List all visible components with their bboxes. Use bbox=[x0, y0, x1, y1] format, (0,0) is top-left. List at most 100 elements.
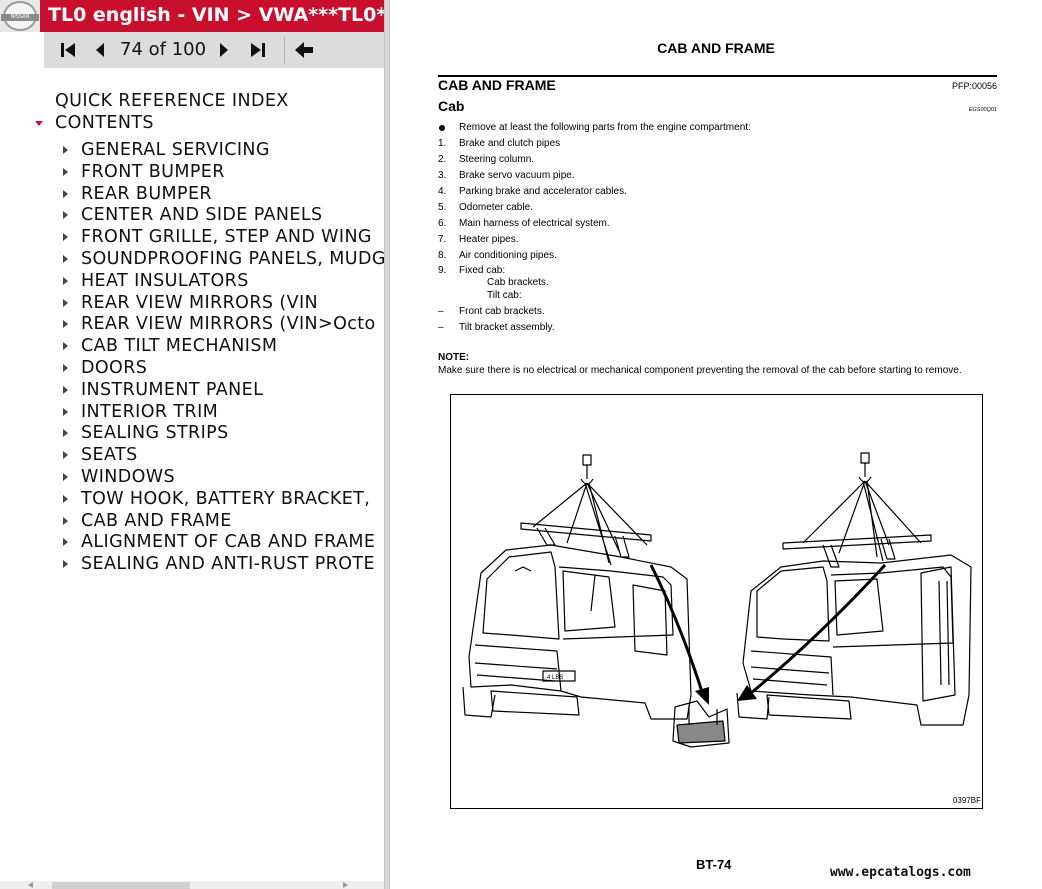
collapsed-arrow-icon[interactable] bbox=[63, 298, 68, 307]
toc-item[interactable]: INTERIOR TRIM bbox=[0, 401, 384, 423]
toc-item-label: GENERAL SERVICING bbox=[81, 140, 270, 160]
toc-item[interactable]: HEAT INSULATORS bbox=[0, 270, 384, 292]
toc-item[interactable]: SEALING AND ANTI-RUST PROTE bbox=[0, 553, 384, 575]
scrollbar-thumb[interactable] bbox=[52, 882, 190, 889]
collapsed-arrow-icon[interactable] bbox=[63, 146, 68, 154]
toc-item-label: SOUNDPROOFING PANELS, MUDG bbox=[81, 249, 384, 269]
step-text: Heater pipes. bbox=[459, 234, 519, 245]
back-arrow-icon bbox=[295, 42, 313, 58]
document-page: CAB AND FRAME CAB AND FRAME PFP:00056 Ca… bbox=[390, 0, 1042, 889]
step-text: Brake and clutch pipes bbox=[459, 138, 561, 149]
collapsed-arrow-icon[interactable] bbox=[63, 342, 68, 351]
toc-item[interactable]: DOORS bbox=[0, 357, 384, 379]
step-number: 4. bbox=[438, 186, 447, 197]
toc-item[interactable]: TOW HOOK, BATTERY BRACKET, bbox=[0, 488, 384, 510]
collapsed-arrow-icon[interactable] bbox=[63, 364, 68, 372]
collapsed-arrow-icon[interactable] bbox=[63, 189, 68, 198]
first-page-button[interactable] bbox=[54, 32, 82, 68]
fixed-cab-sub-item: Cab brackets. bbox=[487, 277, 549, 288]
last-page-button[interactable] bbox=[244, 32, 272, 68]
toc-item-label: CAB AND FRAME bbox=[81, 510, 232, 531]
toc-item[interactable]: INSTRUMENT PANEL bbox=[0, 379, 384, 401]
figure-badge: 4 LBS bbox=[547, 675, 563, 681]
collapsed-arrow-icon[interactable] bbox=[63, 320, 68, 329]
step-number: 2. bbox=[438, 154, 447, 165]
toc-item-label: CONTENTS bbox=[55, 113, 154, 133]
collapsed-arrow-icon[interactable] bbox=[63, 211, 68, 220]
page-indicator: 74 of 100 bbox=[120, 39, 207, 60]
collapsed-arrow-icon[interactable] bbox=[63, 429, 68, 438]
figure-code: 0397BF bbox=[953, 796, 981, 805]
collapsed-arrow-icon[interactable] bbox=[63, 516, 68, 525]
toc-item-label: WINDOWS bbox=[81, 467, 176, 487]
toc-item[interactable]: FRONT BUMPER bbox=[0, 161, 384, 183]
horizontal-scrollbar[interactable] bbox=[0, 881, 384, 889]
collapsed-arrow-icon[interactable] bbox=[63, 473, 68, 481]
scroll-left-icon[interactable] bbox=[28, 882, 33, 888]
step-number: 9. bbox=[438, 265, 447, 276]
step-text: Tilt bracket assembly. bbox=[459, 322, 555, 333]
collapsed-arrow-icon[interactable] bbox=[63, 538, 68, 547]
toc-panel: NISSAN TL0 english - VIN > VWA***TL0* 74… bbox=[0, 0, 384, 889]
step-number: 7. bbox=[438, 234, 447, 245]
toc-item-quick-reference-index[interactable]: QUICK REFERENCE INDEX bbox=[0, 90, 384, 112]
toc-item-label: INSTRUMENT PANEL bbox=[81, 379, 264, 400]
step-number: 8. bbox=[438, 250, 447, 261]
collapsed-arrow-icon[interactable] bbox=[63, 494, 68, 503]
toc-item[interactable]: ALIGNMENT OF CAB AND FRAME bbox=[0, 531, 384, 553]
toc-item-label: SEATS bbox=[81, 445, 138, 466]
collapsed-arrow-icon[interactable] bbox=[63, 276, 68, 285]
nissan-logo: NISSAN bbox=[0, 0, 40, 32]
toc-item[interactable]: REAR BUMPER bbox=[0, 183, 384, 205]
toc-item[interactable]: WINDOWS bbox=[0, 466, 384, 488]
collapsed-arrow-icon[interactable] bbox=[63, 167, 68, 176]
scroll-right-icon[interactable] bbox=[343, 882, 348, 888]
page-header: CAB AND FRAME bbox=[657, 40, 775, 56]
toc-item[interactable]: CENTER AND SIDE PANELS bbox=[0, 204, 384, 226]
toc-item-label: HEAT INSULATORS bbox=[81, 270, 249, 291]
collapsed-arrow-icon[interactable] bbox=[63, 451, 68, 460]
page-number: BT-74 bbox=[696, 857, 732, 872]
collapsed-arrow-icon[interactable] bbox=[63, 560, 68, 569]
toc-item-label: QUICK REFERENCE INDEX bbox=[55, 91, 289, 111]
subsection-code: EGS00Q01 bbox=[968, 107, 997, 113]
toc-item[interactable]: FRONT GRILLE, STEP AND WING bbox=[0, 226, 384, 248]
previous-page-icon bbox=[96, 43, 104, 57]
toc-item-label: INTERIOR TRIM bbox=[81, 401, 219, 422]
toc-item-label: SEALING STRIPS bbox=[81, 423, 229, 444]
toc-item[interactable]: REAR VIEW MIRRORS (VIN bbox=[0, 292, 384, 314]
next-page-button[interactable] bbox=[212, 32, 236, 68]
collapsed-arrow-icon[interactable] bbox=[63, 255, 68, 263]
previous-page-button[interactable] bbox=[88, 32, 112, 68]
toc-item[interactable]: CAB TILT MECHANISM bbox=[0, 335, 384, 357]
toc-item-label: REAR BUMPER bbox=[81, 183, 212, 204]
step-text: Front cab brackets. bbox=[459, 306, 545, 317]
window-title: TL0 english - VIN > VWA***TL0* bbox=[40, 0, 384, 32]
step-text: Air conditioning pipes. bbox=[459, 250, 557, 261]
step-text: Brake servo vacuum pipe. bbox=[459, 170, 575, 181]
step-text: Remove at least the following parts from… bbox=[459, 122, 751, 133]
cab-removal-illustration: 0397BF 4 LBS bbox=[450, 394, 983, 809]
page-navigation-toolbar: 74 of 100 bbox=[44, 32, 384, 68]
tilt-cab-label: Tilt cab: bbox=[487, 290, 522, 301]
toc-item[interactable]: GENERAL SERVICING bbox=[0, 139, 384, 161]
cab-lifting-diagram: 0397BF 4 LBS bbox=[462, 452, 981, 805]
expanded-arrow-icon[interactable] bbox=[35, 121, 43, 126]
step-number: 1. bbox=[438, 138, 447, 149]
toc-item-label: REAR VIEW MIRRORS (VIN bbox=[81, 292, 319, 313]
toc-item-label: DOORS bbox=[81, 358, 148, 378]
dash-marker: – bbox=[438, 306, 444, 317]
toc-item[interactable]: CAB AND FRAME bbox=[0, 510, 384, 532]
toc-item[interactable]: SEATS bbox=[0, 444, 384, 466]
toc-item[interactable]: SOUNDPROOFING PANELS, MUDG bbox=[0, 248, 384, 270]
collapsed-arrow-icon[interactable] bbox=[63, 385, 68, 394]
toc-item-contents[interactable]: CONTENTS bbox=[0, 112, 384, 134]
toc-item[interactable]: REAR VIEW MIRRORS (VIN>Octo bbox=[0, 313, 384, 335]
toc-item[interactable]: SEALING STRIPS bbox=[0, 422, 384, 444]
collapsed-arrow-icon[interactable] bbox=[63, 233, 68, 242]
collapsed-arrow-icon[interactable] bbox=[63, 407, 68, 416]
step-text: Steering column. bbox=[459, 154, 535, 165]
step-number: 3. bbox=[438, 170, 447, 181]
back-button[interactable] bbox=[290, 32, 318, 68]
toolbar-separator bbox=[284, 36, 285, 64]
